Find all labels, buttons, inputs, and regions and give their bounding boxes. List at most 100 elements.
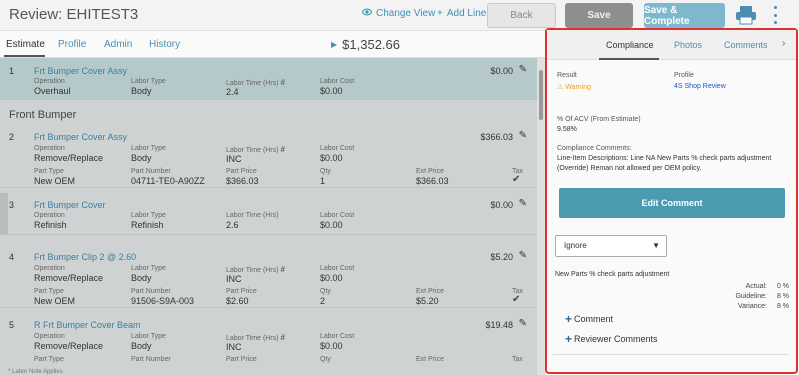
part-number-label: Part Number: [131, 168, 171, 175]
labor-type-value: Body: [131, 153, 152, 163]
compliance-comments-label: Compliance Comments:: [557, 145, 632, 152]
tab-photos[interactable]: Photos: [674, 40, 702, 50]
chevron-right-icon[interactable]: ›: [782, 38, 785, 49]
line-title[interactable]: Frt Bumper Cover Assy: [34, 66, 127, 76]
estimate-line-row[interactable]: 3 Frt Bumper Cover $0.00 ✎ Operation Ref…: [0, 193, 537, 235]
labor-cost-label: Labor Cost: [320, 212, 355, 219]
plus-icon: +: [437, 8, 443, 19]
line-number: 1: [9, 66, 15, 76]
line-title[interactable]: Frt Bumper Clip 2 @ 2.60: [34, 252, 136, 262]
tab-comments[interactable]: Comments: [724, 40, 768, 50]
labor-time-value: INC: [226, 274, 242, 284]
tab-compliance[interactable]: Compliance: [606, 40, 654, 50]
list-scrollbar-thumb[interactable]: [539, 70, 543, 120]
line-title[interactable]: Frt Bumper Cover: [34, 200, 106, 210]
labor-cost-label: Labor Cost: [320, 333, 355, 340]
warning-icon: ⚠: [557, 84, 566, 91]
line-number: 2: [9, 132, 15, 142]
panel-tabs: Compliance Photos Comments ›: [547, 30, 796, 60]
profile-link[interactable]: 4S Shop Review: [674, 83, 726, 90]
tab-profile[interactable]: Profile: [58, 39, 86, 50]
line-price: $19.48: [485, 320, 513, 330]
qty-value: 1: [320, 176, 326, 186]
acv-label: % Of ACV (From Estimate): [557, 116, 641, 123]
labor-cost-value: $0.00: [320, 273, 343, 283]
estimate-line-row[interactable]: 1 Frt Bumper Cover Assy $0.00 ✎ Operatio…: [0, 58, 537, 100]
status-select-value: Ignore: [564, 241, 587, 250]
result-value: ⚠ Warning: [557, 84, 592, 91]
estimate-line-row[interactable]: 4 Frt Bumper Clip 2 @ 2.60 $5.20 ✎ Opera…: [0, 246, 537, 308]
operation-value: Remove/Replace: [34, 341, 104, 351]
tab-estimate[interactable]: Estimate: [6, 39, 45, 50]
add-reviewer-comments-button[interactable]: + Reviewer Comments: [565, 332, 658, 346]
caret-right-icon[interactable]: ▶: [331, 40, 337, 49]
operation-value: Overhaul: [34, 86, 71, 96]
operation-value: Remove/Replace: [34, 153, 104, 163]
part-number-label: Part Number: [131, 288, 171, 295]
profile-label: Profile: [674, 72, 694, 79]
change-view-link[interactable]: Change View: [361, 8, 436, 19]
printer-icon[interactable]: [735, 5, 757, 25]
add-line-label: Add Line: [446, 8, 487, 19]
estimate-line-row[interactable]: 5 R Frt Bumper Cover Beam $19.48 ✎ Opera…: [0, 314, 537, 375]
tab-history[interactable]: History: [149, 39, 180, 50]
pencil-icon[interactable]: ✎: [519, 64, 527, 75]
qty-label: Qty: [320, 168, 331, 175]
add-line-link[interactable]: + Add Line: [437, 8, 486, 19]
checkmark-icon: ✔: [512, 294, 521, 305]
edit-comment-button[interactable]: Edit Comment: [559, 188, 785, 218]
pencil-icon[interactable]: ✎: [519, 198, 527, 209]
guideline-value: 8 %: [776, 293, 789, 300]
save-button[interactable]: Save: [565, 3, 633, 28]
change-view-label: Change View: [376, 8, 436, 19]
labor-cost-value: $0.00: [320, 220, 343, 230]
eye-icon: [361, 8, 373, 19]
line-number: 5: [9, 320, 15, 330]
divider: [553, 354, 789, 355]
add-comment-label: Comment: [574, 314, 614, 324]
operation-label: Operation: [34, 78, 65, 85]
variance-value: 8 %: [776, 303, 789, 310]
labor-type-label: Labor Type: [131, 333, 166, 340]
pencil-icon[interactable]: ✎: [519, 318, 527, 329]
tab-admin[interactable]: Admin: [104, 39, 132, 50]
ext-price-label: Ext Price: [416, 356, 445, 363]
line-title[interactable]: R Frt Bumper Cover Beam: [34, 320, 141, 330]
back-button[interactable]: Back: [487, 3, 556, 28]
estimate-total: ▶ $1,352.66: [331, 37, 400, 52]
labor-type-value: Refinish: [131, 220, 164, 230]
estimate-line-row[interactable]: 2 Frt Bumper Cover Assy $366.03 ✎ Operat…: [0, 126, 537, 188]
part-price-label: Part Price: [226, 356, 257, 363]
part-type-label: Part Type: [34, 356, 64, 363]
labor-type-value: Body: [131, 86, 152, 96]
add-comment-button[interactable]: + Comment: [565, 312, 613, 326]
tax-label: Tax: [512, 356, 523, 363]
labor-cost-value: $0.00: [320, 341, 343, 351]
part-price-label: Part Price: [226, 168, 257, 175]
part-price-value: $366.03: [226, 176, 259, 186]
save-complete-button[interactable]: Save & Complete: [644, 3, 725, 28]
plus-icon: +: [565, 312, 573, 326]
caret-down-icon: ▼: [652, 241, 660, 250]
ext-price-value: $366.03: [416, 176, 449, 186]
part-type-value: New OEM: [34, 176, 76, 186]
status-select[interactable]: Ignore ▼: [555, 235, 667, 257]
line-price: $366.03: [480, 132, 513, 142]
labor-cost-value: $0.00: [320, 153, 343, 163]
ext-price-label: Ext Price: [416, 168, 445, 175]
pencil-icon[interactable]: ✎: [519, 250, 527, 261]
pencil-icon[interactable]: ✎: [519, 130, 527, 141]
more-menu-icon[interactable]: [771, 6, 779, 24]
part-type-label: Part Type: [34, 288, 64, 295]
labor-time-label: Labor Time (Hrs) #: [226, 333, 285, 342]
part-type-label: Part Type: [34, 168, 64, 175]
part-type-value: New OEM: [34, 296, 76, 306]
labor-type-label: Labor Type: [131, 265, 166, 272]
qty-label: Qty: [320, 356, 331, 363]
labor-time-label: Labor Time (Hrs) #: [226, 145, 285, 154]
line-title[interactable]: Frt Bumper Cover Assy: [34, 132, 127, 142]
operation-value: Remove/Replace: [34, 273, 104, 283]
labor-cost-label: Labor Cost: [320, 265, 355, 272]
part-number-value: 91506-S9A-003: [131, 296, 195, 306]
compliance-panel: Compliance Photos Comments › Result ⚠ Wa…: [545, 28, 798, 374]
